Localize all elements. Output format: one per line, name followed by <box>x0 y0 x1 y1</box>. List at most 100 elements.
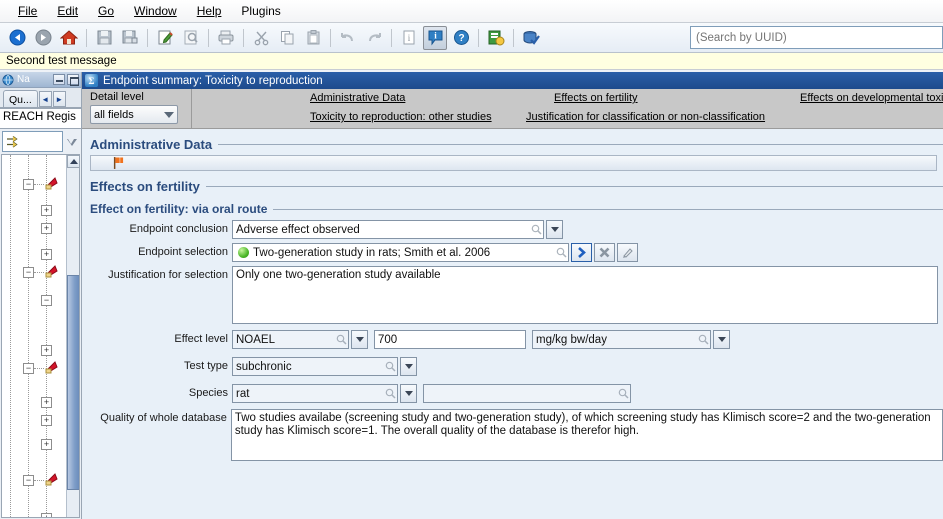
search-icon[interactable] <box>616 385 630 402</box>
search-icon[interactable] <box>696 331 710 348</box>
attach-icon[interactable] <box>617 243 638 262</box>
document-info-icon[interactable]: i <box>397 26 421 50</box>
copy-icon[interactable] <box>275 26 299 50</box>
link-effects-on-fertility[interactable]: Effects on fertility <box>554 92 638 104</box>
species-dropdown[interactable] <box>400 384 417 403</box>
species-secondary-field[interactable] <box>423 384 631 403</box>
search-icon[interactable] <box>334 331 348 348</box>
tree-expander[interactable]: − <box>23 179 34 190</box>
tree-expander[interactable]: + <box>41 439 52 450</box>
tree-expander[interactable]: + <box>41 345 52 356</box>
endpoint-record-icon[interactable] <box>43 360 59 374</box>
tree-expander[interactable]: + <box>41 415 52 426</box>
justification-for-selection-textarea[interactable]: Only one two-generation study available <box>232 266 938 324</box>
scroll-up-button[interactable] <box>67 155 79 168</box>
search-box[interactable] <box>690 26 943 49</box>
navigation-tab-row: Qu... ◄ ► <box>0 88 81 108</box>
tree-expander[interactable]: − <box>41 295 52 306</box>
tree-expander[interactable]: − <box>23 363 34 374</box>
tree-expander[interactable]: + <box>41 513 52 517</box>
tree-expander[interactable]: + <box>41 397 52 408</box>
search-input[interactable] <box>690 26 943 49</box>
goto-link-icon[interactable] <box>571 243 592 262</box>
search-icon[interactable] <box>554 244 568 261</box>
back-icon[interactable] <box>5 26 29 50</box>
tree-expander[interactable]: + <box>41 249 52 260</box>
section-effect-oral-route: Effect on fertility: via oral route <box>90 202 943 216</box>
validate-icon[interactable] <box>519 26 543 50</box>
save-icon[interactable] <box>92 26 116 50</box>
species-field[interactable]: rat <box>232 384 398 403</box>
redo-icon[interactable] <box>362 26 386 50</box>
tab-scroll-prev[interactable]: ◄ <box>38 91 52 107</box>
endpoint-conclusion-field[interactable]: Adverse effect observed <box>232 220 544 239</box>
endpoint-selection-field[interactable]: Two-generation study in rats; Smith et a… <box>232 243 569 262</box>
document-title: Endpoint summary: Toxicity to reproducti… <box>103 74 323 87</box>
search-icon[interactable] <box>383 358 397 375</box>
link-effects-on-developmental-toxicity[interactable]: Effects on developmental toxicity <box>800 92 943 104</box>
navigation-tree[interactable]: − + + + − − + − + + + − + <box>1 154 80 518</box>
tree-expander[interactable]: − <box>23 267 34 278</box>
test-type-field[interactable]: subchronic <box>232 357 398 376</box>
menu-item-go[interactable]: Go <box>88 2 124 20</box>
menu-item-window[interactable]: Window <box>124 2 187 20</box>
dataset-label-text: REACH Regis <box>3 111 76 123</box>
filter-dropdown-button[interactable] <box>63 131 79 152</box>
menu-item-edit[interactable]: Edit <box>47 2 88 20</box>
menu-item-file[interactable]: File <box>8 2 47 20</box>
info-balloon-icon[interactable]: i <box>423 25 447 50</box>
tree-scrollbar[interactable] <box>66 155 79 517</box>
toolbar-separator <box>513 28 514 47</box>
menu-item-plugins[interactable]: Plugins <box>231 2 290 20</box>
endpoint-conclusion-value: Adverse effect observed <box>236 223 360 236</box>
cut-icon[interactable] <box>249 26 273 50</box>
link-toxicity-other-studies[interactable]: Toxicity to reproduction: other studies <box>310 111 492 123</box>
link-justification-classification[interactable]: Justification for classification or non-… <box>526 111 765 123</box>
main-split: Na Qu... ◄ ► REACH Regis − + + + − − + −… <box>0 72 943 519</box>
effect-level-type-dropdown[interactable] <box>351 330 368 349</box>
tree-expander[interactable]: − <box>23 475 34 486</box>
help-icon[interactable]: ? <box>449 26 473 50</box>
menu-item-help[interactable]: Help <box>187 2 232 20</box>
undo-icon[interactable] <box>336 26 360 50</box>
home-icon[interactable] <box>57 26 81 50</box>
flag-icon[interactable] <box>113 157 124 169</box>
filter-combobox[interactable] <box>0 129 81 154</box>
navigation-panel-title: Na <box>17 74 30 85</box>
quality-of-whole-database-textarea[interactable]: Two studies availabe (screening study an… <box>230 409 943 461</box>
maximize-button[interactable] <box>67 74 79 86</box>
report-icon[interactable] <box>484 26 508 50</box>
effect-level-number-field[interactable]: 700 <box>374 330 526 349</box>
edit-icon[interactable] <box>153 26 177 50</box>
search-icon[interactable] <box>529 221 543 238</box>
search-icon[interactable] <box>383 385 397 402</box>
effect-level-type-field[interactable]: NOAEL <box>232 330 349 349</box>
print-icon[interactable] <box>214 26 238 50</box>
tab-scroll-next[interactable]: ► <box>52 91 66 107</box>
administrative-flag-bar[interactable] <box>90 155 937 171</box>
link-administrative-data[interactable]: Administrative Data <box>310 92 405 104</box>
paste-icon[interactable] <box>301 26 325 50</box>
delete-link-icon[interactable] <box>594 243 615 262</box>
effect-level-label: Effect level <box>174 333 228 345</box>
test-type-dropdown[interactable] <box>400 357 417 376</box>
forward-icon[interactable] <box>31 26 55 50</box>
preview-icon[interactable] <box>179 26 203 50</box>
save-all-icon[interactable] <box>118 26 142 50</box>
scrollbar-thumb[interactable] <box>67 275 79 490</box>
detail-level-select[interactable]: all fields <box>90 105 178 124</box>
tree-expander[interactable]: + <box>41 223 52 234</box>
row-quality-of-whole-database: Quality of whole database Two studies av… <box>82 409 943 461</box>
endpoint-conclusion-dropdown[interactable] <box>546 220 563 239</box>
endpoint-record-icon[interactable] <box>43 264 59 278</box>
filter-field[interactable] <box>2 131 63 152</box>
effect-level-unit-field[interactable]: mg/kg bw/day <box>532 330 711 349</box>
navigation-panel: Na Qu... ◄ ► REACH Regis − + + + − − + −… <box>0 72 82 519</box>
minimize-button[interactable] <box>53 74 65 85</box>
tree-expander[interactable]: + <box>41 205 52 216</box>
tab-query[interactable]: Qu... <box>3 90 38 107</box>
endpoint-record-icon[interactable] <box>43 472 59 486</box>
effect-level-unit-dropdown[interactable] <box>713 330 730 349</box>
endpoint-record-icon[interactable] <box>43 176 59 190</box>
globe-icon <box>2 74 14 85</box>
